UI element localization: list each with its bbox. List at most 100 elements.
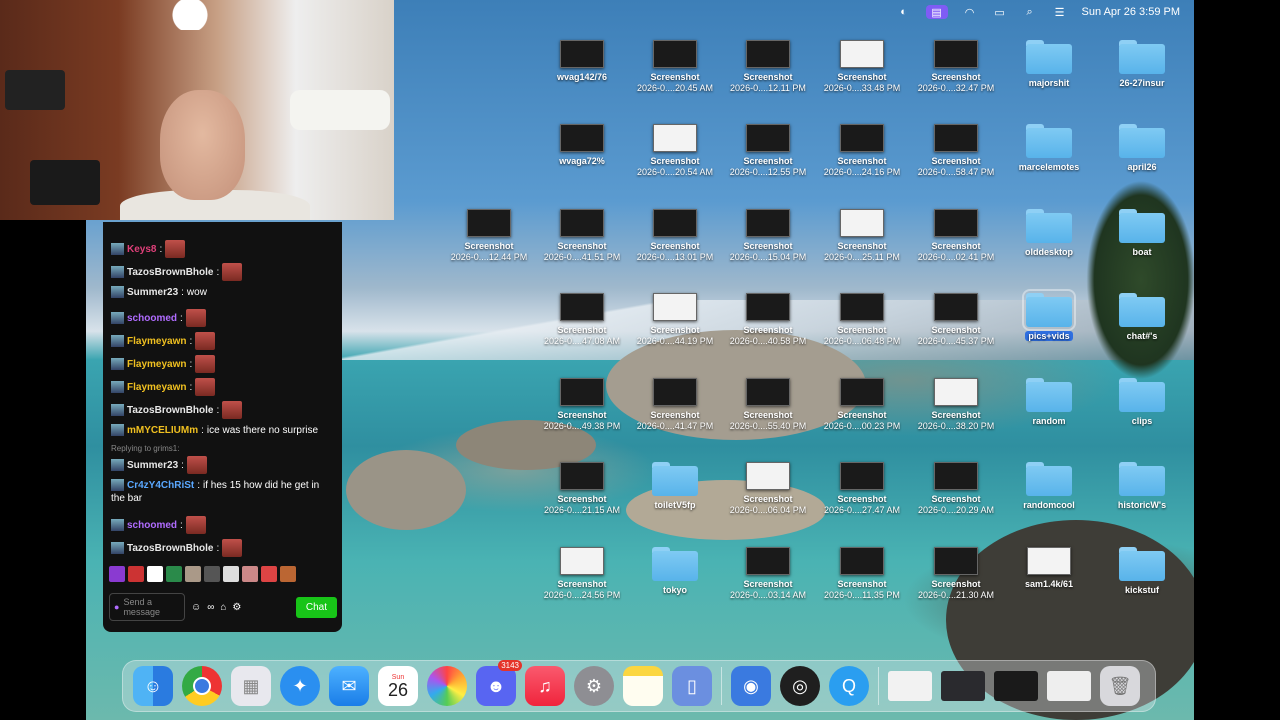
desktop-file[interactable]: wvag142/76 <box>537 40 627 83</box>
desktop-file[interactable]: Screenshot 2026-0....00.23 PM <box>817 378 907 432</box>
desktop-file[interactable]: Screenshot 2026-0....12.55 PM <box>723 124 813 178</box>
mail-icon[interactable]: ✉ <box>329 666 369 706</box>
extensions-icon[interactable]: ∞ <box>207 602 214 613</box>
chat-username[interactable]: TazosBrownBhole <box>127 543 213 554</box>
screen-share-icon[interactable]: ▤ <box>925 5 948 19</box>
chat-username[interactable]: schoomed <box>127 313 177 324</box>
microphone-icon[interactable]: ● <box>114 602 119 612</box>
desktop-file[interactable]: sam1.4k/61 <box>1004 547 1094 590</box>
desktop-file[interactable]: Screenshot 2026-0....03.14 AM <box>723 547 813 601</box>
desktop-folder[interactable]: random <box>1004 378 1094 427</box>
desktop-folder[interactable]: toiletV5fp <box>630 462 720 511</box>
desktop-file[interactable]: Screenshot 2026-0....15.04 PM <box>723 209 813 263</box>
chrome-icon[interactable] <box>182 666 222 706</box>
menubar-datetime[interactable]: Sun Apr 26 3:59 PM <box>1082 6 1180 18</box>
launchpad-icon[interactable]: ▦ <box>231 666 271 706</box>
desktop-file[interactable]: Screenshot 2026-0....21.30 AM <box>911 547 1001 601</box>
desktop-file[interactable]: Screenshot 2026-0....11.35 PM <box>817 547 907 601</box>
desktop-folder[interactable]: marcelemotes <box>1004 124 1094 173</box>
vpn-icon[interactable]: ◉ <box>731 666 771 706</box>
photos-icon[interactable] <box>427 666 467 706</box>
control-center-icon[interactable]: ☰ <box>1052 5 1068 19</box>
desktop-file[interactable]: Screenshot 2026-0....49.38 PM <box>537 378 627 432</box>
emote[interactable] <box>109 566 125 582</box>
desktop-file[interactable]: Screenshot 2026-0....24.16 PM <box>817 124 907 178</box>
desktop-folder[interactable]: april26 <box>1097 124 1187 173</box>
emote[interactable] <box>166 566 182 582</box>
dock-recent-document[interactable] <box>941 671 985 701</box>
emoji-icon[interactable]: ☺ <box>191 602 201 613</box>
desktop-file[interactable]: Screenshot 2026-0....06.04 PM <box>723 462 813 516</box>
quicktime-icon[interactable]: Q <box>829 666 869 706</box>
chat-send-button[interactable]: Chat <box>295 596 337 618</box>
desktop-file[interactable]: Screenshot 2026-0....27.47 AM <box>817 462 907 516</box>
chat-username[interactable]: Summer23 <box>127 460 178 471</box>
obs-icon[interactable]: ◎ <box>780 666 820 706</box>
wifi-icon[interactable]: ◠ <box>962 5 978 19</box>
notes-icon[interactable] <box>623 666 663 706</box>
chat-username[interactable]: Cr4zY4ChRiSt <box>127 480 194 491</box>
dock-recent-document[interactable] <box>994 671 1038 701</box>
chat-username[interactable]: Keys8 <box>127 244 156 255</box>
chat-username[interactable]: TazosBrownBhole <box>127 267 213 278</box>
emote[interactable] <box>223 566 239 582</box>
desktop-file[interactable]: Screenshot 2026-0....20.45 AM <box>630 40 720 94</box>
desktop-folder[interactable]: clips <box>1097 378 1187 427</box>
emote[interactable] <box>128 566 144 582</box>
desktop-file[interactable]: Screenshot 2026-0....44.19 PM <box>630 293 720 347</box>
chat-input[interactable]: ● Send a message <box>109 593 185 621</box>
desktop-file[interactable]: Screenshot 2026-0....20.54 AM <box>630 124 720 178</box>
desktop-file[interactable]: Screenshot 2026-0....40.58 PM <box>723 293 813 347</box>
desktop-folder[interactable]: boat <box>1097 209 1187 258</box>
desktop-file[interactable]: Screenshot 2026-0....58.47 PM <box>911 124 1001 178</box>
desktop-folder[interactable]: pics+vids <box>1004 289 1094 342</box>
chat-username[interactable]: Flaymeyawn <box>127 382 186 393</box>
desktop-folder[interactable]: majorshit <box>1004 40 1094 89</box>
search-icon[interactable]: ⌕ <box>1022 5 1038 19</box>
desktop-file[interactable]: Screenshot 2026-0....12.44 PM <box>444 209 534 263</box>
chat-username[interactable]: TazosBrownBhole <box>127 405 213 416</box>
emote[interactable] <box>185 566 201 582</box>
desktop-file[interactable]: Screenshot 2026-0....21.15 AM <box>537 462 627 516</box>
chat-username[interactable]: mMYCELIUMm <box>127 425 198 436</box>
discord-icon[interactable]: ☻ 3143 <box>476 660 522 706</box>
desktop-file[interactable]: Screenshot 2026-0....13.01 PM <box>630 209 720 263</box>
chat-username[interactable]: Flaymeyawn <box>127 336 186 347</box>
battery-icon[interactable]: ▭ <box>992 5 1008 19</box>
desktop-file[interactable]: Screenshot 2026-0....12.11 PM <box>723 40 813 94</box>
desktop-file[interactable]: Screenshot 2026-0....02.41 PM <box>911 209 1001 263</box>
chat-username[interactable]: Flaymeyawn <box>127 359 186 370</box>
desktop-folder[interactable]: 26-27insur <box>1097 40 1187 89</box>
gear-icon[interactable]: ⚙ <box>232 602 241 613</box>
desktop-file[interactable]: Screenshot 2026-0....45.37 PM <box>911 293 1001 347</box>
safari-icon[interactable]: ✦ <box>280 666 320 706</box>
desktop-file[interactable]: Screenshot 2026-0....32.47 PM <box>911 40 1001 94</box>
desktop-file[interactable]: Screenshot 2026-0....55.40 PM <box>723 378 813 432</box>
settings-icon[interactable]: ⚙ <box>574 666 614 706</box>
desktop-file[interactable]: Screenshot 2026-0....25.11 PM <box>817 209 907 263</box>
desktop-file[interactable]: Screenshot 2026-0....41.51 PM <box>537 209 627 263</box>
desktop-folder[interactable]: historicW's <box>1097 462 1187 511</box>
trash-icon[interactable]: 🗑 <box>1100 666 1140 706</box>
dock-recent-document[interactable] <box>1047 671 1091 701</box>
emote[interactable] <box>204 566 220 582</box>
desktop-folder[interactable]: randomcool <box>1004 462 1094 511</box>
desktop-file[interactable]: Screenshot 2026-0....38.20 PM <box>911 378 1001 432</box>
emote[interactable] <box>261 566 277 582</box>
desktop-file[interactable]: Screenshot 2026-0....33.48 PM <box>817 40 907 94</box>
emote[interactable] <box>280 566 296 582</box>
chat-username[interactable]: Summer23 <box>127 287 178 298</box>
desktop-folder[interactable]: tokyo <box>630 547 720 596</box>
desktop-file[interactable]: Screenshot 2026-0....47.08 AM <box>537 293 627 347</box>
chat-username[interactable]: schoomed <box>127 520 177 531</box>
emote[interactable] <box>147 566 163 582</box>
desktop-folder[interactable]: chat#'s <box>1097 293 1187 342</box>
control-icon[interactable]: ◐ <box>896 5 912 19</box>
desktop-file[interactable]: wvaga72% <box>537 124 627 167</box>
music-icon[interactable]: ♫ <box>525 666 565 706</box>
desktop-file[interactable]: Screenshot 2026-0....24.56 PM <box>537 547 627 601</box>
desktop-file[interactable]: Screenshot 2026-0....06.48 PM <box>817 293 907 347</box>
dock-recent-document[interactable] <box>888 671 932 701</box>
calendar-icon[interactable]: Sun 26 <box>378 666 418 706</box>
desktop-folder[interactable]: kickstuf <box>1097 547 1187 596</box>
